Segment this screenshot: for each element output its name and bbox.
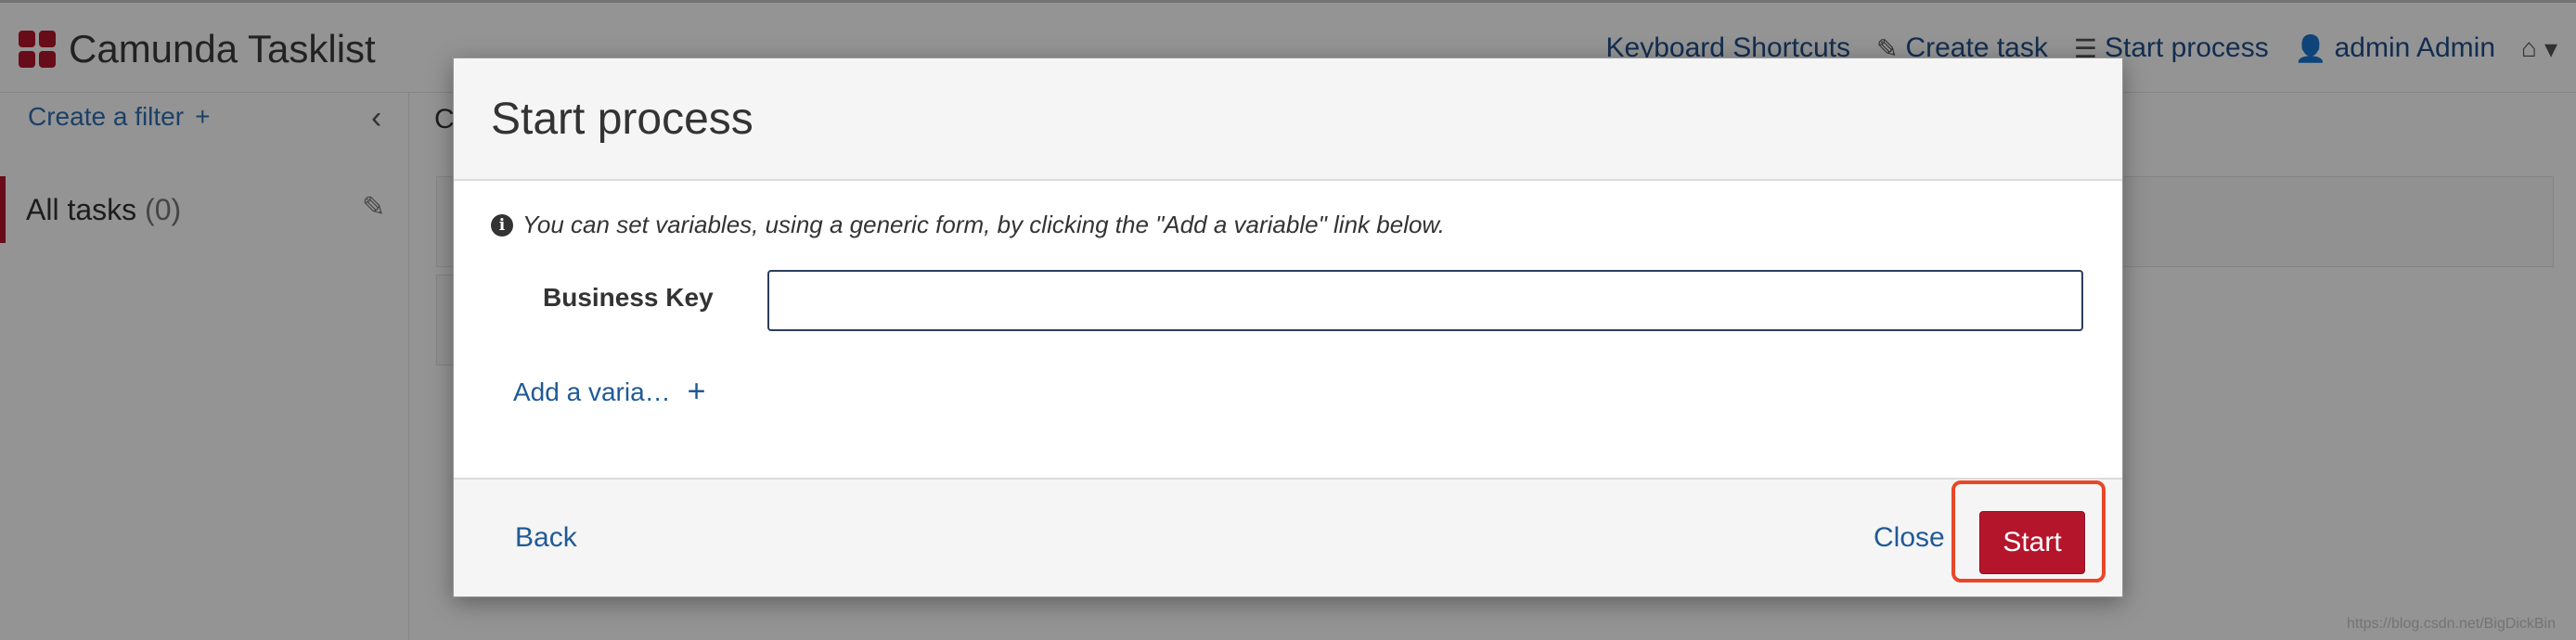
start-process-dialog: Start process i You can set variables, u… (453, 58, 2123, 597)
business-key-input[interactable] (767, 270, 2083, 331)
info-icon: i (491, 213, 513, 237)
add-variable-link[interactable]: Add a varia… + (513, 374, 706, 410)
start-button[interactable]: Start (1979, 511, 2085, 574)
close-button[interactable]: Close (1874, 522, 1945, 554)
hint-text: You can set variables, using a generic f… (522, 211, 1445, 238)
variables-hint: i You can set variables, using a generic… (491, 211, 1445, 239)
dialog-body: i You can set variables, using a generic… (454, 181, 2122, 480)
back-button[interactable]: Back (515, 522, 577, 554)
dialog-title: Start process (491, 94, 753, 144)
add-variable-label: Add a varia… (513, 377, 671, 406)
dialog-footer: Back Close Start (454, 478, 2122, 596)
plus-icon: + (687, 374, 706, 409)
business-key-label: Business Key (543, 283, 714, 312)
dialog-header: Start process (454, 58, 2122, 181)
